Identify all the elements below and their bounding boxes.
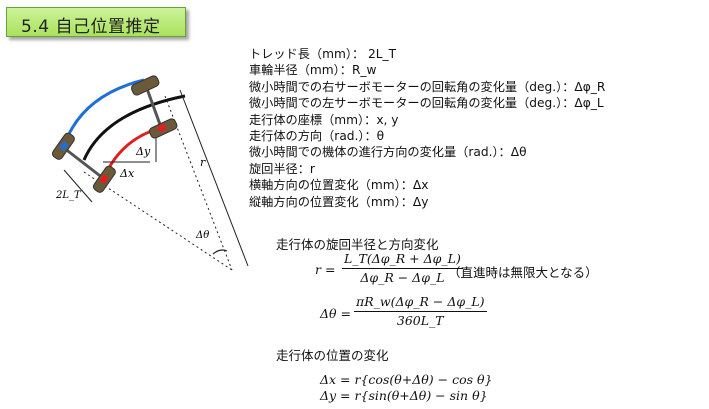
eq-dx: Δx = r{cos(θ+Δθ) − cos θ} xyxy=(320,372,493,387)
definition-item: 微小時間での左サーボモーターの回転角の変化量（deg.）：Δφ_L xyxy=(249,96,604,111)
definition-item: トレッド長（mm）： 2L_T xyxy=(249,47,397,61)
eq-r-fraction: L_T(Δφ_R + Δφ_L) Δφ_R − Δφ_L xyxy=(342,251,463,285)
eq-r-denominator: Δφ_R − Δφ_L xyxy=(360,270,445,285)
definition-item: 車輪半径（mm）：R_w xyxy=(249,63,377,78)
eq-dtheta-fraction: πR_w(Δφ_R − Δφ_L) 360L_T xyxy=(354,294,487,328)
definition-item: 走行体の方向（rad.）：θ xyxy=(249,128,385,143)
robot-end-axle xyxy=(144,85,164,131)
eq-r-note: （直進時は無限大となる） xyxy=(448,265,598,280)
definition-item: 縦軸方向の位置変化（mm）：Δy xyxy=(249,194,429,209)
definition-item: 横軸方向の位置変化（mm）：Δx xyxy=(249,178,429,193)
definition-item: 旋回半径：r xyxy=(249,161,315,176)
definitions-list: トレッド長（mm）： 2L_T 車輪半径（mm）：R_w 微小時間での右サーボモ… xyxy=(249,46,605,210)
definition-item: 微小時間での機体の進行方向の変化量（rad.）：Δθ xyxy=(249,145,527,160)
dtheta-angle-arc xyxy=(212,249,228,255)
robot-end-right-wheel xyxy=(131,75,160,96)
label-tread: 2L_T xyxy=(55,190,82,201)
label-dtheta: Δθ xyxy=(195,230,209,241)
eq-dy: Δy = r{sin(θ+Δθ) − sin θ} xyxy=(320,388,488,403)
section-heading-position: 走行体の位置の変化 xyxy=(276,348,389,363)
label-dy: Δy xyxy=(135,145,151,158)
eq-r-numerator: L_T(Δφ_R + Δφ_L) xyxy=(344,251,461,266)
label-r: r xyxy=(200,156,206,169)
eq-dtheta-numerator: πR_w(Δφ_R − Δφ_L) xyxy=(356,294,485,309)
eq-r-lhs: r = xyxy=(315,262,336,277)
definition-item: 走行体の座標（mm）：x, y xyxy=(249,112,399,127)
radius-line-outer xyxy=(179,89,249,267)
definition-item: 微小時間での右サーボモーターの回転角の変化量（deg.）：Δφ_R xyxy=(249,79,606,94)
label-dx: Δx xyxy=(119,167,135,180)
eq-dtheta-denominator: 360L_T xyxy=(396,313,444,328)
eq-dtheta-lhs: Δθ = xyxy=(320,306,351,321)
